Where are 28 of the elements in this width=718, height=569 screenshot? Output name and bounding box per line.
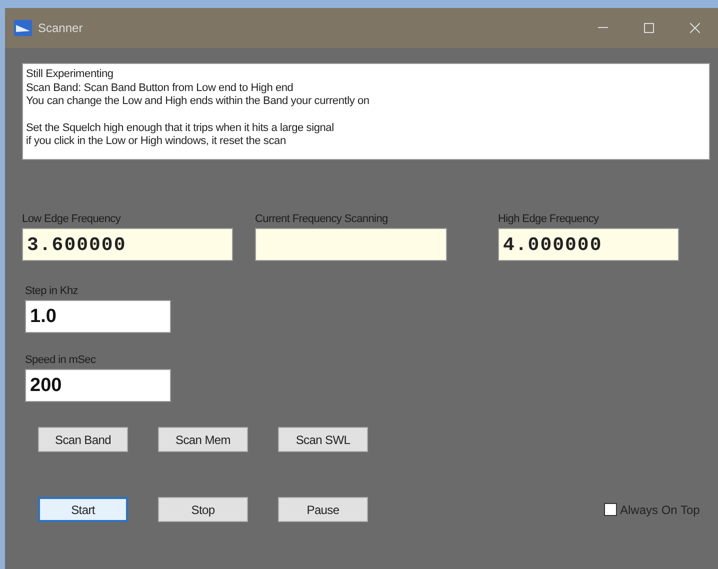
input-field[interactable] (255, 228, 447, 261)
push-button[interactable]: Start (38, 497, 128, 522)
info-text-line: You can change the Low and High ends within the Band your currently on (26, 95, 370, 108)
input-field[interactable]: 1.0 (25, 300, 171, 333)
close-icon[interactable] (690, 23, 700, 33)
field-label: Speed in mSec (25, 354, 97, 366)
info-text-line: Scan Band: Scan Band Button from Low end to High end (26, 82, 294, 95)
input-field[interactable]: 200 (25, 369, 171, 402)
field-label: Current Frequency Scanning (255, 213, 389, 225)
app-icon (14, 20, 32, 36)
checkbox-label: Always On Top (620, 502, 700, 516)
field-label: Step in Khz (25, 285, 79, 297)
input-field[interactable]: 4.000000 (498, 228, 679, 261)
push-button[interactable]: Pause (278, 497, 368, 522)
checkbox[interactable] (604, 503, 617, 516)
maximize-icon[interactable] (644, 23, 654, 33)
push-button[interactable]: Stop (158, 497, 248, 522)
info-text-line: Set the Squelch high enough that it trips when it hits a large signal (26, 122, 335, 135)
push-button[interactable]: Scan Band (38, 427, 128, 452)
info-text-line: Still Experimenting (26, 68, 114, 82)
field-label: High Edge Frequency (498, 213, 600, 225)
info-text-line: if you click in the Low or High windows, it reset the scan (26, 135, 287, 148)
field-label: Low Edge Frequency (22, 213, 122, 225)
push-button[interactable]: Scan SWL (278, 427, 368, 452)
push-button[interactable]: Scan Mem (158, 427, 248, 452)
minimize-icon[interactable] (598, 27, 608, 29)
window-title: Scanner (38, 21, 84, 35)
input-field[interactable]: 3.600000 (22, 228, 233, 261)
